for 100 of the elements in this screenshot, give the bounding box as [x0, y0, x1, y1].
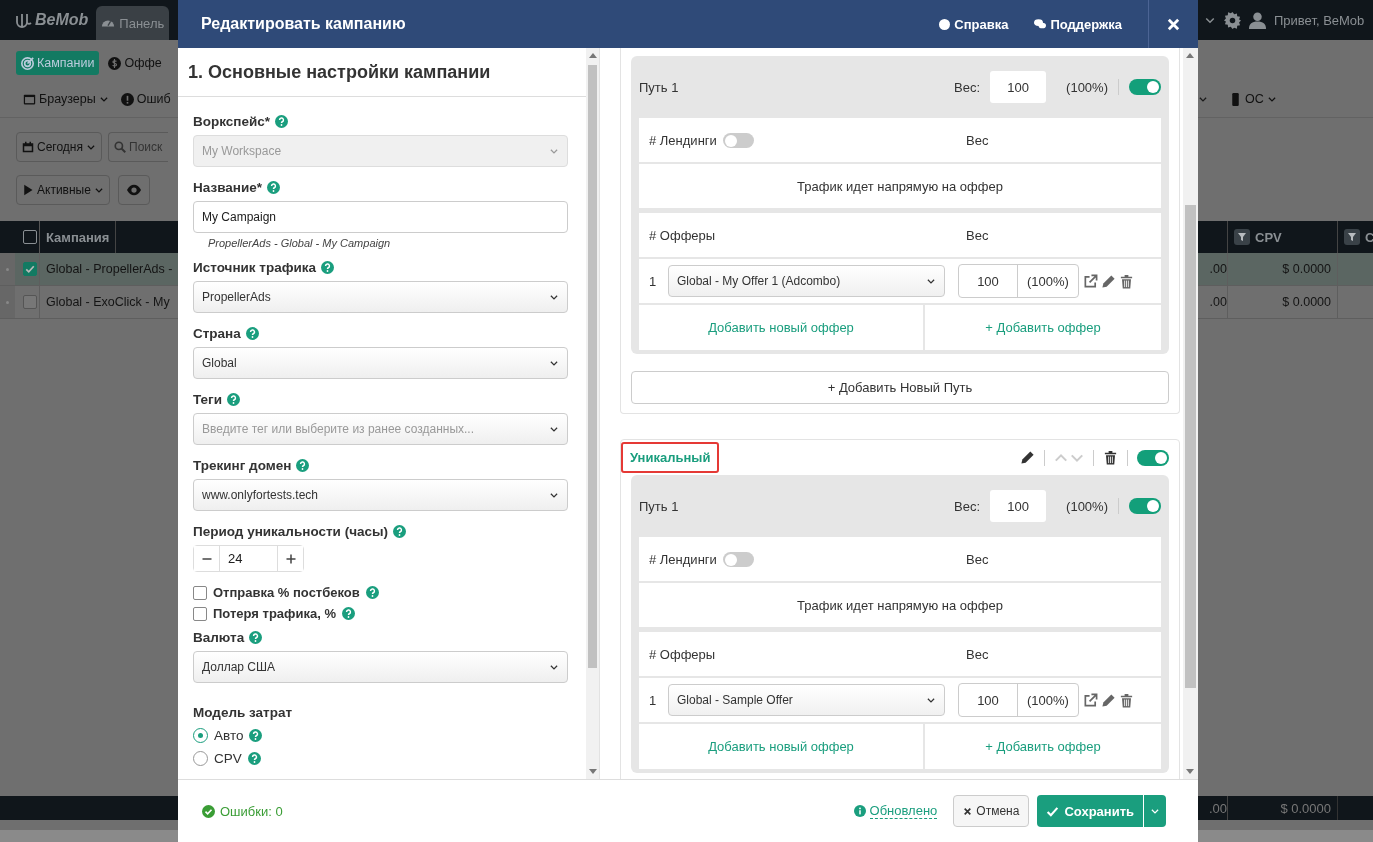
os-dropdown[interactable]: ОС [1224, 87, 1282, 111]
chevron-icon [93, 185, 104, 195]
checkbox[interactable] [23, 295, 37, 309]
close-icon [963, 806, 973, 816]
filter-dropdown[interactable]: Ошиб [115, 87, 176, 111]
chevron-icon [549, 292, 559, 302]
select-field[interactable]: PropellerAds [193, 281, 568, 313]
date-dropdown[interactable]: Сегодня [16, 132, 102, 162]
toggle-switch[interactable] [722, 132, 754, 148]
chat-icon [1034, 18, 1047, 30]
nav-tab[interactable]: Кампании [16, 51, 100, 75]
chevron-icon [549, 358, 559, 368]
direct-traffic-text: Трафик идет напрямую на оффер [797, 597, 1003, 613]
chevron-icon [549, 662, 559, 672]
offer-weight-field[interactable]: 100 [959, 684, 1018, 716]
path-name: Путь 1 [639, 498, 679, 514]
input-field[interactable]: My Campaign [193, 201, 568, 233]
offer-share: (100%) [1026, 691, 1070, 710]
checkbox[interactable] [23, 262, 37, 276]
offer-weight-field[interactable]: 100 [959, 265, 1018, 297]
errors-status: Ошибки: 0 [202, 803, 283, 819]
chevron-icon [86, 142, 96, 152]
filter-icon [1234, 229, 1250, 245]
chevron-icon [1198, 94, 1208, 104]
external-link-icon [1083, 692, 1098, 708]
edit-icon [1101, 273, 1116, 289]
path-name: Путь 1 [639, 79, 679, 95]
filter-icon [1344, 229, 1360, 245]
save-options-button[interactable] [1143, 795, 1166, 827]
column-label: Вес [966, 551, 989, 567]
radio-label: Авто [214, 728, 244, 743]
user-icon [1249, 11, 1266, 29]
select-field[interactable]: Global [193, 347, 568, 379]
cancel-button[interactable]: Отмена [953, 795, 1030, 827]
search-icon [114, 141, 126, 153]
direct-traffic-text: Трафик идет напрямую на оффер [797, 178, 1003, 194]
field-label: Страна [193, 326, 241, 341]
toggle-switch[interactable] [1129, 79, 1161, 95]
rule-title[interactable]: Уникальный [621, 442, 720, 473]
plus-icon [284, 552, 297, 565]
scrollbar[interactable] [586, 48, 599, 779]
greeting-text[interactable]: Привет, BeMob [1274, 12, 1365, 28]
external-link-icon [1083, 273, 1098, 289]
weight-label: Вес: [954, 498, 981, 514]
toggle-switch[interactable] [1129, 498, 1161, 514]
visibility-button[interactable] [117, 175, 150, 205]
nav-tab[interactable]: Оффе [103, 51, 167, 75]
offer-select[interactable]: Global - Sample Offer [668, 684, 945, 716]
radio-label: CPV [214, 751, 242, 766]
field-label: Воркспейс* [193, 114, 271, 129]
table-cell: $ 0.0000 [1228, 253, 1338, 285]
check-circle-icon [202, 804, 215, 818]
eye-icon [126, 183, 141, 197]
browser-icon [23, 92, 36, 106]
weight-field[interactable]: 100 [990, 71, 1047, 103]
status-dropdown[interactable]: Активные [16, 175, 110, 205]
select-field[interactable]: www.onlyfortests.tech [193, 479, 568, 511]
header-link[interactable]: Справка [939, 16, 1009, 32]
checkbox-label: Отправка % постбеков [213, 585, 360, 600]
play-icon [22, 184, 34, 196]
settings-icon [1224, 11, 1241, 29]
checkbox[interactable] [193, 606, 207, 621]
updated-link[interactable]: Обновлено [853, 803, 938, 819]
column-label: # Лендинги [649, 551, 717, 567]
delete-icon [1103, 450, 1118, 465]
offer-share: (100%) [1026, 272, 1070, 291]
add-path-button[interactable]: + Добавить Новый Путь [631, 371, 1169, 404]
dashboard-tab[interactable]: Панель [96, 6, 170, 40]
close-icon [1166, 16, 1181, 32]
chevron-icon [926, 276, 936, 286]
offer-index: 1 [649, 273, 658, 289]
logo[interactable]: BeMob [0, 11, 89, 29]
phone-icon [1229, 92, 1242, 106]
toggle-switch[interactable] [1137, 449, 1169, 466]
checkbox-label: Потеря трафика, % [213, 606, 336, 621]
dollar-icon [108, 56, 122, 70]
checkbox[interactable] [193, 585, 207, 600]
target-icon [21, 56, 34, 70]
column-label: # Лендинги [649, 132, 717, 148]
save-button[interactable]: Сохранить [1037, 795, 1143, 827]
field-label: Теги [193, 392, 222, 407]
offer-select[interactable]: Global - My Offer 1 (Adcombo) [668, 265, 945, 297]
field-label: Трекинг домен [193, 458, 292, 473]
delete-icon [1119, 692, 1134, 708]
select-field[interactable]: Доллар США [193, 651, 568, 683]
chevron-icon [549, 424, 559, 434]
field-label: Название* [193, 180, 262, 195]
header-link[interactable]: Поддержка [1034, 16, 1122, 32]
hint-text: PropellerAds - Global - My Campaign [208, 237, 391, 249]
filter-dropdown[interactable]: Браузеры [18, 87, 114, 111]
row-handle[interactable] [0, 253, 15, 285]
weight-share: (100%) [1066, 79, 1108, 95]
row-handle[interactable] [0, 286, 15, 318]
calendar-icon [22, 141, 34, 153]
weight-field[interactable]: 100 [990, 490, 1047, 522]
toggle-switch[interactable] [722, 551, 754, 567]
chevron-icon [549, 146, 559, 156]
weight-label: Вес: [954, 79, 981, 95]
scrollbar[interactable] [1183, 48, 1198, 779]
checkbox[interactable] [23, 230, 37, 244]
